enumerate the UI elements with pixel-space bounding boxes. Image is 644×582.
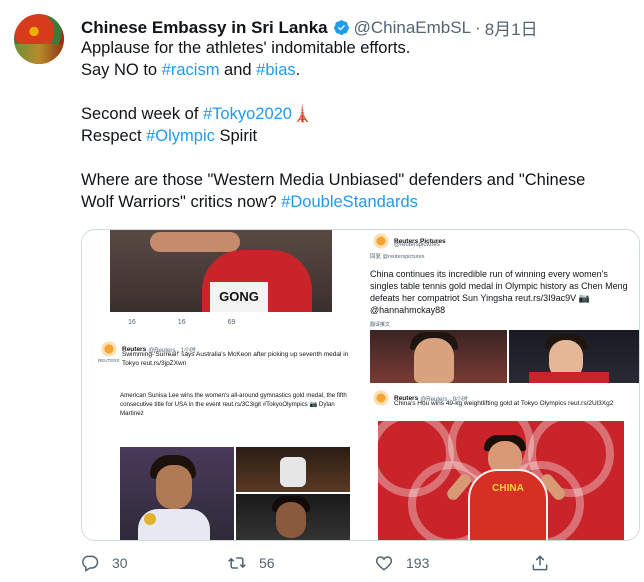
gymnast-photo-2: [236, 447, 350, 492]
gymnast-photo-1: [120, 447, 234, 540]
embedded-text: American Sunisa Lee wins the women's all…: [120, 392, 347, 417]
embedded-reply-to: 回复 @reuterspictures: [370, 254, 425, 260]
like-button[interactable]: 193: [374, 553, 429, 573]
embedded-retweet-count: 16: [177, 319, 186, 326]
tweet-text: Applause for the athletes' indomitable e…: [81, 37, 621, 213]
reuters-logo-icon: [372, 232, 390, 250]
embedded-text: China's Hou wins 49-kg weightlifting gol…: [394, 400, 614, 407]
hashtag-tokyo2020[interactable]: #Tokyo2020: [203, 105, 292, 123]
retweet-icon: [228, 557, 246, 569]
reuters-logo-icon: [100, 340, 118, 358]
author-handle[interactable]: @ChinaEmbSL: [354, 18, 471, 38]
embedded-text: Swimming-'Surreal!' says Australia's McK…: [122, 351, 349, 367]
text-span: .: [295, 61, 301, 79]
tweet-line: Where are those "Western Media Unbiased"…: [81, 169, 621, 213]
media-image-3[interactable]: American Sunisa Lee wins the women's all…: [82, 387, 358, 540]
media-image-1[interactable]: GONG 16 16 69 Reuters @Reuters · 1小时 Swi…: [82, 230, 358, 383]
tweet-actions: 30 56 193: [0, 553, 644, 579]
translate-link: 翻译推文: [370, 322, 391, 328]
media-image-2[interactable]: Reuters Pictures @reuterspictures 回复 @re…: [362, 230, 639, 383]
shirt-text: CHINA: [492, 483, 524, 494]
embedded-like-count: 69: [227, 319, 236, 326]
separator-dot: ·: [475, 17, 481, 37]
tweet-line: Second week of #Tokyo2020🗼: [81, 103, 621, 125]
media-image-4[interactable]: Reuters @Reuters · 9小时 China's Hou wins …: [362, 387, 639, 540]
weightlifter-photo: CHINA: [378, 421, 624, 540]
text-span: Applause for the athletes' indomitable e…: [81, 39, 411, 57]
share-icon: [532, 555, 548, 571]
player-photo-2: [509, 330, 639, 383]
athlete-photo: GONG: [110, 230, 332, 312]
embedded-stats: 16 16 69: [128, 319, 235, 326]
reply-count: 30: [112, 555, 128, 571]
hashtag-olympic[interactable]: #Olympic: [146, 127, 215, 145]
heart-icon: [375, 556, 393, 571]
text-span: Second week of: [81, 105, 203, 123]
text-span: and: [219, 61, 257, 79]
gymnast-photo-3: [236, 494, 350, 540]
text-span: Say NO to: [81, 61, 162, 79]
retweet-count: 56: [259, 555, 275, 571]
share-button[interactable]: [530, 553, 550, 573]
bib-label: GONG: [210, 282, 268, 312]
embedded-reply-count: 16: [128, 319, 136, 326]
like-count: 193: [406, 555, 430, 571]
avatar[interactable]: [14, 14, 64, 64]
embedded-text: China continues its incredible run of wi…: [370, 269, 628, 315]
tweet-line: Respect #Olympic Spirit: [81, 125, 621, 147]
hashtag-racism[interactable]: #racism: [162, 61, 220, 79]
text-span: Spirit: [214, 127, 258, 145]
reuters-logo-icon: [372, 389, 390, 407]
author-name[interactable]: Chinese Embassy in Sri Lanka: [81, 18, 328, 38]
hashtag-bias[interactable]: #bias: [256, 61, 295, 79]
tokyo-tower-icon: 🗼: [292, 105, 313, 123]
player-photo-1: [370, 330, 507, 383]
reply-button[interactable]: 30: [80, 553, 128, 573]
text-span: Respect: [81, 127, 147, 145]
reply-icon: [82, 555, 99, 572]
tweet-line: Applause for the athletes' indomitable e…: [81, 37, 621, 59]
media-grid[interactable]: GONG 16 16 69 Reuters @Reuters · 1小时 Swi…: [81, 229, 640, 541]
retweet-button[interactable]: 56: [227, 553, 275, 573]
hashtag-doublestandards[interactable]: #DoubleStandards: [281, 193, 418, 211]
tweet-line: Say NO to #racism and #bias.: [81, 59, 621, 81]
embedded-handle: @reuterspictures: [394, 242, 440, 248]
reuters-label: REUTERS: [98, 358, 120, 363]
verified-badge-icon: [333, 20, 349, 35]
